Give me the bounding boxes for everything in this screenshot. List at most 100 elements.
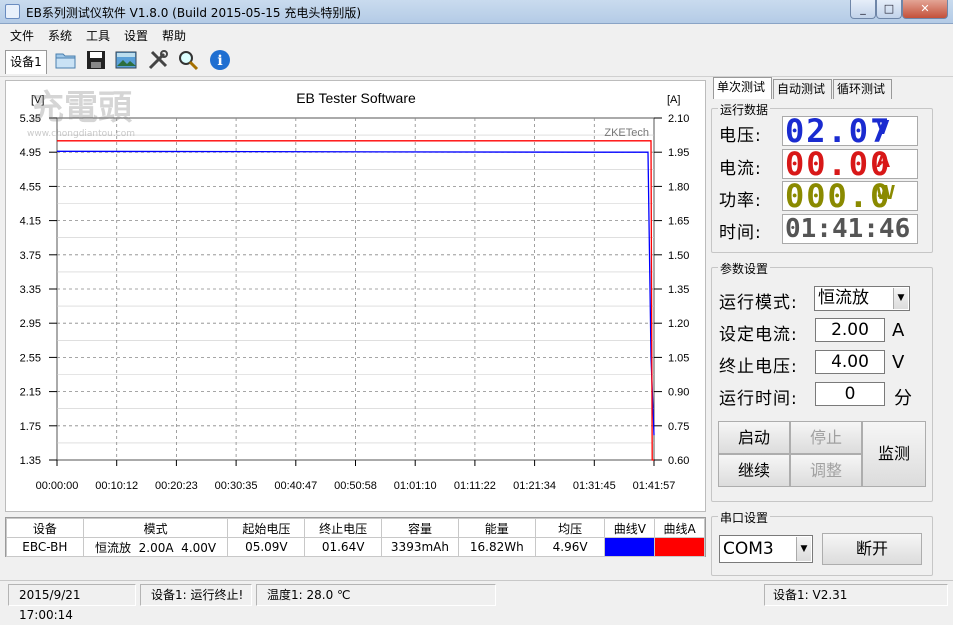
monitor-button[interactable]: 监测 [862, 421, 926, 487]
col-avg-voltage: 均压 [534, 518, 606, 538]
run-time-input[interactable]: 0 [815, 382, 885, 406]
x-tick-label: 00:40:47 [274, 480, 317, 492]
tab-single-test[interactable]: 单次测试 [713, 77, 772, 99]
menu-settings[interactable]: 设置 [124, 27, 148, 44]
run-time-label: 运行时间: [719, 389, 798, 409]
voltage-unit: V [876, 117, 890, 139]
cutoff-voltage-unit: V [892, 352, 905, 373]
y-tick-left: 4.95 [20, 147, 41, 159]
y-tick-left: 3.75 [20, 250, 41, 262]
y-tick-right: 1.05 [668, 352, 689, 364]
x-tick-label: 00:50:58 [334, 480, 377, 492]
y-tick-right: 0.60 [668, 455, 689, 467]
cutoff-voltage-label: 终止电压: [719, 357, 798, 377]
voltage-current-chart: 5.35 2.104.95 1.954.55 1.804.15 1.653.75 1.50… [20, 90, 690, 492]
set-current-unit: A [892, 320, 905, 341]
x-tick-label: 01:11:22 [454, 480, 496, 492]
y-tick-right: 0.75 [668, 421, 689, 433]
status-bar: 2015/9/21 17:00:14 设备1: 运行终止! 温度1: 28.0 … [0, 580, 953, 622]
cell-end-voltage: 01.64V [304, 537, 383, 557]
app-icon [5, 4, 20, 19]
menu-file[interactable]: 文件 [10, 27, 34, 44]
folder-icon[interactable] [54, 48, 78, 72]
com-port-value: COM3 [723, 539, 774, 559]
adjust-button[interactable]: 调整 [790, 454, 862, 487]
menu-system[interactable]: 系统 [48, 27, 72, 44]
col-energy: 能量 [457, 518, 536, 538]
cell-avg-voltage: 4.96V [534, 537, 606, 557]
curve-v-swatch[interactable] [604, 537, 656, 557]
table-row[interactable]: EBC-BH 恒流放 2.00A 4.00V 05.09V 01.64V 339… [6, 537, 705, 557]
time-display: 01:41:46 [782, 214, 918, 244]
mode-select-value: 恒流放 [818, 288, 869, 308]
y-tick-right: 1.95 [668, 147, 689, 159]
current-unit: A [876, 150, 891, 172]
watermark-logo: 充電頭 www.chongdiantou.com [27, 88, 135, 139]
minimize-button[interactable]: _ [850, 0, 876, 19]
x-tick-label: 00:10:12 [95, 480, 138, 492]
y-tick-left: 4.15 [20, 216, 41, 228]
window-title: EB系列测试仪软件 V1.8.0 (Build 2015-05-15 充电头特别… [26, 6, 362, 20]
time-label: 时间: [719, 223, 762, 243]
x-tick-label: 00:00:00 [36, 480, 79, 492]
col-curve-a: 曲线A [654, 518, 705, 538]
voltage-label: 电压: [719, 126, 762, 146]
tab-loop-test[interactable]: 循环测试 [833, 79, 892, 99]
power-label: 功率: [719, 191, 762, 211]
disconnect-button[interactable]: 断开 [822, 533, 922, 565]
y-tick-left: 1.75 [20, 421, 41, 433]
save-icon[interactable] [84, 48, 108, 72]
y-tick-right: 1.50 [668, 250, 689, 262]
tools-icon[interactable] [146, 48, 170, 72]
com-port-select[interactable]: COM3 ▼ [719, 535, 813, 563]
info-icon[interactable]: i [208, 48, 232, 72]
chart-title: EB Tester Software [296, 90, 416, 106]
curve-a-swatch[interactable] [654, 537, 705, 557]
y-tick-left: 2.55 [20, 352, 41, 364]
cutoff-voltage-input[interactable]: 4.00 [815, 350, 885, 374]
status-temperature: 温度1: 28.0 ℃ [256, 584, 496, 606]
status-datetime: 2015/9/21 17:00:14 [8, 584, 136, 622]
menu-help[interactable]: 帮助 [162, 27, 186, 44]
menu-bar: 文件 系统 工具 设置 帮助 [0, 25, 953, 45]
svg-text:i: i [217, 53, 222, 69]
device-tab[interactable]: 设备1 [5, 50, 47, 74]
y-tick-left: 4.55 [20, 181, 41, 193]
mode-select[interactable]: 恒流放 ▼ [814, 286, 910, 311]
y-tick-right: 2.10 [668, 113, 689, 125]
y-tick-left: 2.95 [20, 318, 41, 330]
close-button[interactable]: ✕ [902, 0, 948, 19]
set-current-label: 设定电流: [719, 325, 798, 345]
col-device: 设备 [6, 518, 84, 538]
y-tick-right: 1.80 [668, 181, 689, 193]
stop-button[interactable]: 停止 [790, 421, 862, 454]
x-tick-label: 01:41:57 [633, 480, 676, 492]
results-table: 设备 模式 起始电压 终止电压 容量 能量 均压 曲线V 曲线A EBC-BH … [5, 517, 706, 557]
watermark-text: 充電頭 [30, 88, 133, 128]
x-tick-label: 01:21:34 [513, 480, 556, 492]
params-title: 参数设置 [718, 260, 771, 277]
y-tick-left: 3.35 [20, 284, 41, 296]
set-current-input[interactable]: 2.00 [815, 318, 885, 342]
serial-title: 串口设置 [718, 509, 771, 526]
tab-auto-test[interactable]: 自动测试 [773, 79, 832, 99]
x-tick-label: 01:31:45 [573, 480, 616, 492]
x-tick-label: 00:20:23 [155, 480, 198, 492]
maximize-button[interactable]: □ [876, 0, 902, 19]
col-start-voltage: 起始电压 [227, 518, 306, 538]
chevron-down-icon[interactable]: ▼ [893, 288, 908, 309]
resume-button[interactable]: 继续 [718, 454, 790, 487]
current-display: 00.00 [782, 149, 918, 179]
menu-tools[interactable]: 工具 [86, 27, 110, 44]
y-tick-left: 1.35 [20, 455, 41, 467]
run-data-title: 运行数据 [718, 101, 771, 118]
y-tick-left: 2.15 [20, 387, 41, 399]
chevron-down-icon[interactable]: ▼ [796, 537, 811, 561]
chart-panel: 5.35 2.10 4.95 1.95 4.55 1.80 4.15 1.65 3.75 1.50… [5, 80, 706, 512]
x-tick-label: 01:01:10 [394, 480, 437, 492]
watermark-url: www.chongdiantou.com [27, 129, 135, 139]
zoom-icon[interactable] [176, 48, 200, 72]
picture-icon[interactable] [114, 48, 138, 72]
col-capacity: 容量 [381, 518, 459, 538]
start-button[interactable]: 启动 [718, 421, 790, 454]
